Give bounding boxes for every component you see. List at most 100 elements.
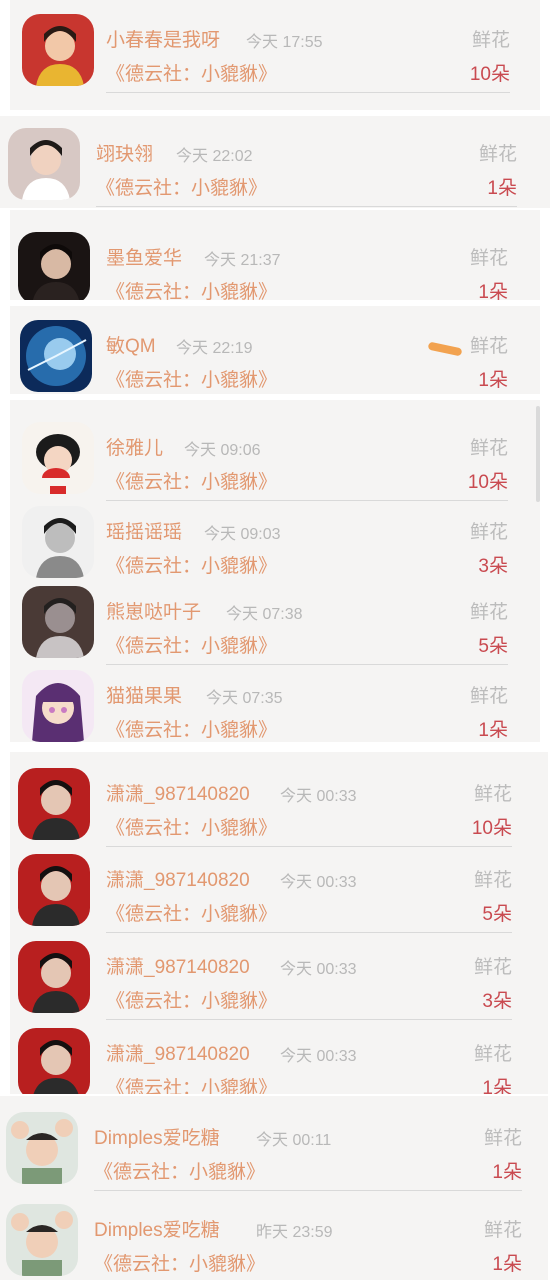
work-title-link[interactable]: 《德云社：小貔貅》 [94, 1249, 265, 1276]
user-name[interactable]: 徐雅儿 [106, 433, 163, 460]
work-title-link[interactable]: 《德云社：小貔貅》 [94, 1157, 265, 1184]
gift-time: 今天 07:35 [206, 690, 283, 707]
flower-count: 1朵 [478, 370, 508, 391]
gift-type-label: 鲜花 [471, 30, 510, 51]
user-name[interactable]: 熊崽哒叶子 [106, 597, 201, 624]
user-name[interactable]: Dimples爱吃糖 [94, 1123, 220, 1150]
cartoon-girl-red-fan-avatar[interactable] [22, 422, 94, 494]
work-title-link[interactable]: 《德云社：小貔貅》 [106, 467, 277, 494]
list-section: 潇潇_987140820 今天 00:33 鲜花 《德云社：小貔貅》 10朵 潇潇_987… [10, 752, 548, 1094]
user-name[interactable]: 敏QM [106, 331, 156, 358]
gift-record-item[interactable]: 潇潇_987140820 今天 00:33 鲜花 《德云社：小貔貅》 1朵 [10, 1024, 548, 1094]
row-divider [106, 92, 510, 93]
gift-type-label: 鲜花 [478, 144, 517, 165]
flower-count: 1朵 [478, 282, 508, 300]
work-title-link[interactable]: 《德云社：小貔貅》 [106, 715, 277, 742]
gift-record-item[interactable]: 熊崽哒叶子 今天 07:38 鲜花《德云社：小貔貅》 5朵 [10, 582, 540, 666]
gift-record-item[interactable]: 敏QM 今天 22:19 鲜花 《德云社：小貔貅》 1朵 [10, 316, 540, 394]
gift-type-label: 鲜花 [469, 602, 508, 623]
gift-record-item[interactable]: 猫猫果果 今天 07:35 鲜花《德云社：小貔貅》 1朵 [10, 666, 540, 742]
red-stage-performer-avatar[interactable] [18, 1028, 90, 1094]
gift-time: 今天 00:11 [256, 1132, 332, 1149]
red-costume-portrait-avatar[interactable] [22, 14, 94, 86]
flower-count: 1朵 [492, 1254, 522, 1275]
gift-record-item[interactable]: 瑶摇谣瑶 今天 09:03 鲜花 《德云社：小貔貅》 3朵 [10, 502, 540, 580]
work-title-link[interactable]: 《德云社：小貔貅》 [106, 551, 277, 578]
gift-record-item[interactable]: 小春春是我呀 今天 17:55 鲜花《德云社：小貔貅》 10朵 [10, 10, 540, 94]
user-name[interactable]: 瑶摇谣瑶 [106, 517, 182, 544]
work-title-link[interactable]: 《德云社：小貔貅》 [106, 1073, 277, 1094]
gift-time: 今天 00:33 [280, 961, 357, 978]
work-title-link[interactable]: 《德云社：小貔貅》 [106, 631, 277, 658]
anime-purple-hair-girl-avatar[interactable] [22, 670, 94, 742]
gift-record-item[interactable]: 墨鱼爱华 今天 21:37 鲜花《德云社：小貔貅》 1朵 [10, 228, 540, 300]
user-name[interactable]: 潇潇_987140820 [106, 1039, 250, 1066]
blurred-photo-avatar[interactable] [22, 586, 94, 658]
work-title-link[interactable]: 《德云社：小貔貅》 [106, 277, 277, 300]
gift-time: 今天 00:33 [280, 874, 357, 891]
work-title-link[interactable]: 《德云社：小貔貅》 [106, 59, 277, 86]
flower-count: 10朵 [469, 64, 510, 85]
laughing-crowd-avatar[interactable] [6, 1112, 78, 1184]
gift-record-item[interactable]: 潇潇_987140820 今天 00:33 鲜花 《德云社：小貔貅》 10朵 [10, 764, 548, 848]
list-section: 翊玦翎 今天 22:02 鲜花《德云社：小貔貅》 1朵 [0, 116, 550, 208]
row-divider [106, 846, 512, 847]
gift-type-label: 鲜花 [469, 522, 508, 543]
gift-type-label: 鲜花 [469, 686, 508, 707]
gift-record-item[interactable]: 徐雅儿 今天 09:06 鲜花 《德云社：小貔貅》 10朵 [10, 418, 540, 502]
user-name[interactable]: 小春春是我呀 [106, 25, 220, 52]
work-title-link[interactable]: 《德云社：小貔貅》 [96, 173, 267, 200]
gift-type-label: 鲜花 [473, 957, 512, 978]
gift-time: 今天 09:06 [184, 442, 261, 459]
user-name[interactable]: 翊玦翎 [96, 139, 153, 166]
flower-count: 1朵 [482, 1078, 512, 1094]
list-section: 墨鱼爱华 今天 21:37 鲜花《德云社：小貔貅》 1朵 [10, 210, 540, 300]
flower-count: 3朵 [478, 556, 508, 577]
gift-time: 今天 22:02 [176, 148, 253, 165]
gift-record-item[interactable]: 潇潇_987140820 今天 00:33 鲜花 《德云社：小貔貅》 5朵 [10, 850, 548, 934]
flower-count: 5朵 [478, 636, 508, 657]
gift-type-label: 鲜花 [469, 248, 508, 269]
user-name[interactable]: 墨鱼爱华 [106, 243, 182, 270]
blue-energy-burst-avatar[interactable] [20, 320, 92, 392]
row-divider [106, 500, 508, 501]
gift-record-item[interactable]: 翊玦翎 今天 22:02 鲜花《德云社：小貔貅》 1朵 [0, 124, 550, 208]
gift-type-label: 鲜花 [483, 1220, 522, 1241]
red-stage-performer-avatar[interactable] [18, 768, 90, 840]
gift-type-label: 鲜花 [469, 336, 508, 357]
gift-time: 今天 07:38 [226, 606, 303, 623]
flower-count: 5朵 [482, 904, 512, 925]
gift-time: 今天 21:37 [204, 252, 281, 269]
row-divider [94, 1190, 522, 1191]
user-name[interactable]: 潇潇_987140820 [106, 779, 250, 806]
gift-record-item[interactable]: 潇潇_987140820 今天 00:33 鲜花 《德云社：小貔貅》 3朵 [10, 937, 548, 1021]
user-name[interactable]: 猫猫果果 [106, 681, 182, 708]
list-section: 徐雅儿 今天 09:06 鲜花 《德云社：小貔貅》 10朵 瑶摇谣瑶 今天 09:03 鲜花《… [10, 400, 540, 580]
flower-count: 1朵 [492, 1162, 522, 1183]
user-name[interactable]: 潇潇_987140820 [106, 865, 250, 892]
dark-hair-man-portrait-avatar[interactable] [18, 232, 90, 300]
flower-count: 1朵 [487, 178, 517, 199]
row-divider [106, 664, 508, 665]
gift-record-item[interactable]: Dimples爱吃糖 昨天 23:59 鲜花 《德云社：小貔貅》 1朵 [0, 1200, 548, 1280]
gift-type-label: 鲜花 [473, 784, 512, 805]
user-name[interactable]: 潇潇_987140820 [106, 952, 250, 979]
gift-record-item[interactable]: Dimples爱吃糖 今天 00:11 鲜花 《德云社：小貔貅》 1朵 [0, 1108, 548, 1192]
flower-count: 10朵 [471, 818, 512, 839]
user-name[interactable]: Dimples爱吃糖 [94, 1215, 220, 1242]
work-title-link[interactable]: 《德云社：小貔貅》 [106, 365, 277, 392]
list-section: 小春春是我呀 今天 17:55 鲜花《德云社：小貔貅》 10朵 [10, 0, 540, 110]
red-stage-performer-avatar[interactable] [18, 941, 90, 1013]
gift-time: 今天 17:55 [246, 34, 323, 51]
work-title-link[interactable]: 《德云社：小貔貅》 [106, 899, 277, 926]
list-section: 熊崽哒叶子 今天 07:38 鲜花 《德云社：小貔貅》 5朵 猫猫果果 今天 07:35 鲜花… [10, 580, 540, 742]
flower-count: 1朵 [478, 720, 508, 741]
red-stage-performer-avatar[interactable] [18, 854, 90, 926]
gift-type-label: 鲜花 [473, 1044, 512, 1065]
work-title-link[interactable]: 《德云社：小貔貅》 [106, 986, 277, 1013]
black-white-man-portrait-avatar[interactable] [22, 506, 94, 578]
scrollbar[interactable] [536, 406, 540, 502]
laughing-crowd-avatar[interactable] [6, 1204, 78, 1276]
work-title-link[interactable]: 《德云社：小貔貅》 [106, 813, 277, 840]
young-man-portrait-avatar[interactable] [8, 128, 80, 200]
